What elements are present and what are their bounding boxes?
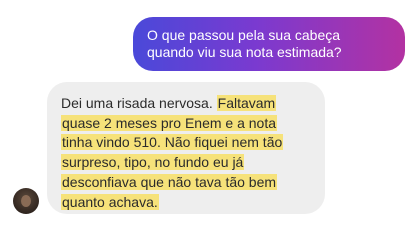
- incoming-message-line: quanto achava.: [61, 193, 315, 213]
- user-avatar[interactable]: [13, 188, 39, 214]
- outgoing-message-line: O que passou pela sua cabeça: [147, 27, 341, 43]
- incoming-message-line: Dei uma risada nervosa. Faltavam: [61, 94, 315, 114]
- highlighted-text: surpreso, tipo, no fundo eu já: [61, 154, 245, 171]
- incoming-message-bubble: Dei uma risada nervosa. Faltavam quase 2…: [47, 82, 325, 214]
- outgoing-message-line: quando viu sua nota estimada?: [147, 44, 342, 60]
- highlighted-text: quanto achava.: [61, 193, 159, 210]
- chat-thread: O que passou pela sua cabeça quando viu …: [0, 0, 418, 251]
- incoming-message-line: tinha vindo 510. Não fiquei nem tão: [61, 133, 315, 153]
- incoming-message-line: quase 2 meses pro Enem e a nota: [61, 114, 315, 134]
- highlighted-text: Faltavam: [216, 95, 277, 111]
- highlighted-text: tinha vindo 510. Não fiquei nem tão: [61, 134, 284, 151]
- highlighted-text: desconfiava que não tava tão bem: [61, 173, 278, 190]
- avatar-face-icon: [21, 195, 31, 207]
- highlighted-text: quase 2 meses pro Enem e a nota: [61, 114, 278, 131]
- message-text: Dei uma risada nervosa.: [61, 95, 217, 111]
- incoming-message-line: desconfiava que não tava tão bem: [61, 173, 315, 193]
- outgoing-message-bubble: O que passou pela sua cabeça quando viu …: [133, 17, 405, 71]
- incoming-message-line: surpreso, tipo, no fundo eu já: [61, 153, 315, 173]
